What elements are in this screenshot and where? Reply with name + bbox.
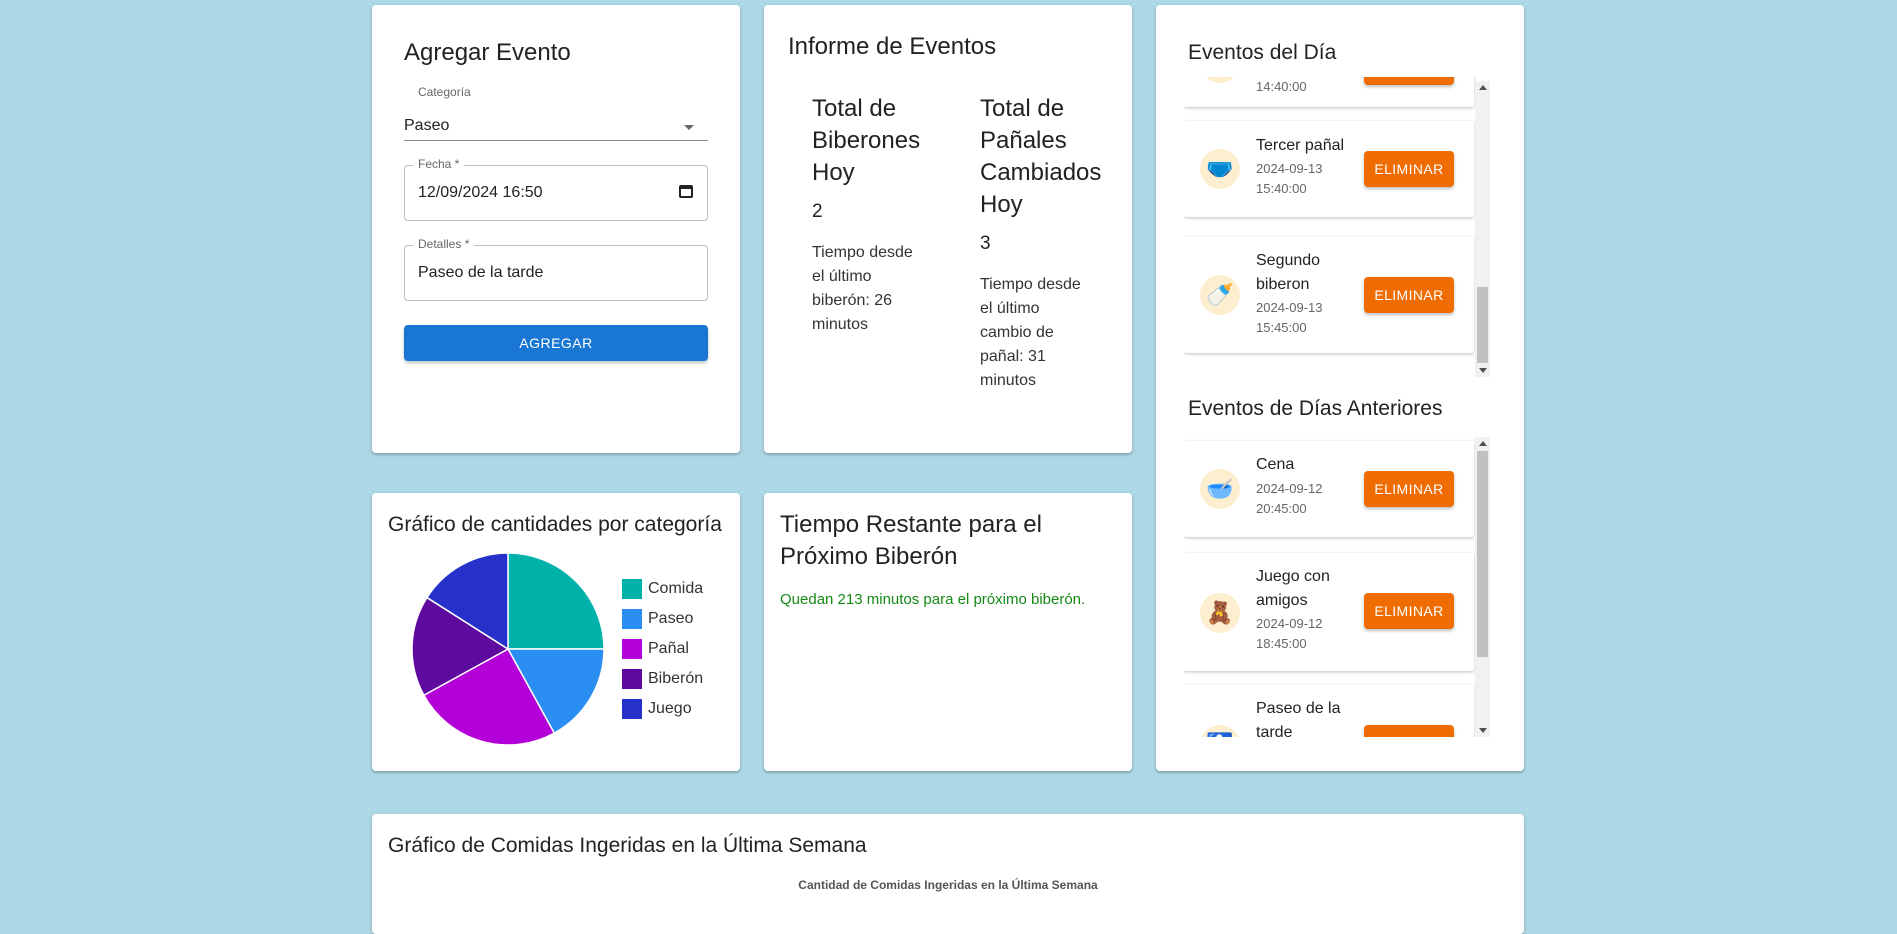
events-card: Eventos del Día ⏰ 14:40:00 ELIMINAR 🩲 Te… xyxy=(1156,5,1524,771)
list-item: 🍼 Segundo biberon 2024-09-13 15:45:00 EL… xyxy=(1184,237,1474,353)
calendar-icon[interactable] xyxy=(679,185,693,198)
legend-swatch xyxy=(622,639,642,659)
legend-item[interactable]: Juego xyxy=(622,698,692,720)
report-title: Informe de Eventos xyxy=(788,33,997,60)
delete-button[interactable]: ELIMINAR xyxy=(1364,151,1454,187)
bib-icon: 🥣 xyxy=(1200,469,1240,509)
diapers-count: 3 xyxy=(980,233,991,254)
category-value[interactable]: Paseo xyxy=(404,117,449,135)
legend-label: Pañal xyxy=(648,640,689,657)
legend-label: Paseo xyxy=(648,610,694,627)
remaining-message: Quedan 213 minutos para el próximo biber… xyxy=(780,591,1086,608)
previous-events-title: Eventos de Días Anteriores xyxy=(1188,397,1443,420)
delete-button[interactable]: ELIMINAR xyxy=(1364,725,1454,737)
delete-button[interactable]: ELIMINAR xyxy=(1364,277,1454,313)
list-item: ⏰ 14:40:00 ELIMINAR xyxy=(1184,77,1474,107)
details-label: Detalles * xyxy=(413,237,475,251)
report-card: Informe de Eventos Total de Biberones Ho… xyxy=(764,5,1132,453)
scroll-down-icon[interactable] xyxy=(1479,368,1487,373)
weekly-chart-card: Gráfico de Comidas Ingeridas en la Últim… xyxy=(372,814,1524,934)
event-date: 2024-09-12 18:45:00 xyxy=(1256,616,1323,651)
diaper-icon: 🩲 xyxy=(1200,149,1240,189)
scroll-up-icon[interactable] xyxy=(1479,441,1487,446)
details-value[interactable]: Paseo de la tarde xyxy=(418,264,543,282)
date-label: Fecha * xyxy=(413,157,465,171)
category-label: Categoría xyxy=(418,85,471,99)
event-date: 2024-09-12 20:45:00 xyxy=(1256,481,1323,516)
category-underline xyxy=(404,140,708,141)
scrollbar[interactable] xyxy=(1475,81,1490,377)
toy-icon: 🧸 xyxy=(1200,593,1240,633)
previous-events-list[interactable]: 🥣 Cena 2024-09-12 20:45:00 ELIMINAR 🧸 Ju… xyxy=(1184,433,1490,737)
event-name: Segundo biberon xyxy=(1256,252,1321,293)
legend-swatch xyxy=(622,609,642,629)
legend-item[interactable]: Biberón xyxy=(622,668,703,690)
today-events-title: Eventos del Día xyxy=(1188,41,1337,64)
pie-slice-comida[interactable] xyxy=(507,552,605,650)
pie-chart-title: Gráfico de cantidades por categoría xyxy=(388,513,722,536)
add-event-card: Agregar Evento Categoría Paseo Fecha * 1… xyxy=(372,5,740,453)
diapers-heading: Total de Pañales Cambiados Hoy xyxy=(980,95,1102,218)
delete-button[interactable]: ELIMINAR xyxy=(1364,77,1454,85)
scroll-thumb[interactable] xyxy=(1477,451,1488,657)
scrollbar[interactable] xyxy=(1475,437,1490,737)
delete-button[interactable]: ELIMINAR xyxy=(1364,593,1454,629)
bottles-section: Total de Biberones Hoy 2 Tiempo desde el… xyxy=(812,93,924,337)
bottles-heading: Total de Biberones Hoy xyxy=(812,95,921,186)
date-field[interactable]: Fecha * 12/09/2024 16:50 xyxy=(404,157,708,221)
list-item: 🥣 Cena 2024-09-12 20:45:00 ELIMINAR xyxy=(1184,441,1474,537)
stroller-icon: 🚼 xyxy=(1200,725,1240,737)
event-date: 2024-09-13 15:45:00 xyxy=(1256,300,1323,335)
details-field[interactable]: Detalles * Paseo de la tarde xyxy=(404,237,708,301)
legend-item[interactable]: Pañal xyxy=(622,638,689,660)
event-name: Tercer pañal xyxy=(1256,137,1345,154)
diapers-since: Tiempo desde el último cambio de pañal: … xyxy=(980,276,1081,389)
list-item: 🧸 Juego con amigos 2024-09-12 18:45:00 E… xyxy=(1184,553,1474,671)
legend-swatch xyxy=(622,699,642,719)
scroll-down-icon[interactable] xyxy=(1479,728,1487,733)
remaining-title: Tiempo Restante para el Próximo Biberón xyxy=(780,511,1042,570)
date-value[interactable]: 12/09/2024 16:50 xyxy=(418,184,543,202)
bottles-count: 2 xyxy=(812,201,823,222)
legend-label: Biberón xyxy=(648,670,704,687)
pie-chart-card: Gráfico de cantidades por categoría Comi… xyxy=(372,493,740,771)
event-date: 2024-09-13 15:40:00 xyxy=(1256,161,1323,196)
list-item: 🚼 Paseo de la tarde ELIMINAR xyxy=(1184,685,1474,737)
legend-swatch xyxy=(622,669,642,689)
event-date: 14:40:00 xyxy=(1256,79,1307,94)
clock-icon: ⏰ xyxy=(1200,77,1240,83)
add-event-title: Agregar Evento xyxy=(404,39,571,66)
weekly-chart-title: Cantidad de Comidas Ingeridas en la Últi… xyxy=(798,878,1098,892)
today-events-list[interactable]: ⏰ 14:40:00 ELIMINAR 🩲 Tercer pañal 2024-… xyxy=(1184,77,1490,377)
bottle-icon: 🍼 xyxy=(1200,275,1240,315)
diapers-section: Total de Pañales Cambiados Hoy 3 Tiempo … xyxy=(980,93,1102,393)
event-name: Cena xyxy=(1256,456,1295,473)
legend-item[interactable]: Paseo xyxy=(622,608,693,630)
scroll-thumb[interactable] xyxy=(1477,287,1488,363)
pie-chart xyxy=(411,552,605,746)
list-item: 🩲 Tercer pañal 2024-09-13 15:40:00 ELIMI… xyxy=(1184,121,1474,217)
bottles-since: Tiempo desde el último biberón: 26 minut… xyxy=(812,244,913,333)
delete-button[interactable]: ELIMINAR xyxy=(1364,471,1454,507)
remaining-card: Tiempo Restante para el Próximo Biberón … xyxy=(764,493,1132,771)
legend-label: Juego xyxy=(648,700,692,717)
scroll-up-icon[interactable] xyxy=(1479,85,1487,90)
weekly-title: Gráfico de Comidas Ingeridas en la Últim… xyxy=(388,834,867,857)
add-button[interactable]: AGREGAR xyxy=(404,325,708,361)
event-name: Paseo de la tarde xyxy=(1256,700,1341,737)
event-name: Juego con amigos xyxy=(1256,568,1330,609)
legend-item[interactable]: Comida xyxy=(622,578,703,600)
chevron-down-icon[interactable] xyxy=(684,125,694,130)
legend-label: Comida xyxy=(648,580,704,597)
legend-swatch xyxy=(622,579,642,599)
